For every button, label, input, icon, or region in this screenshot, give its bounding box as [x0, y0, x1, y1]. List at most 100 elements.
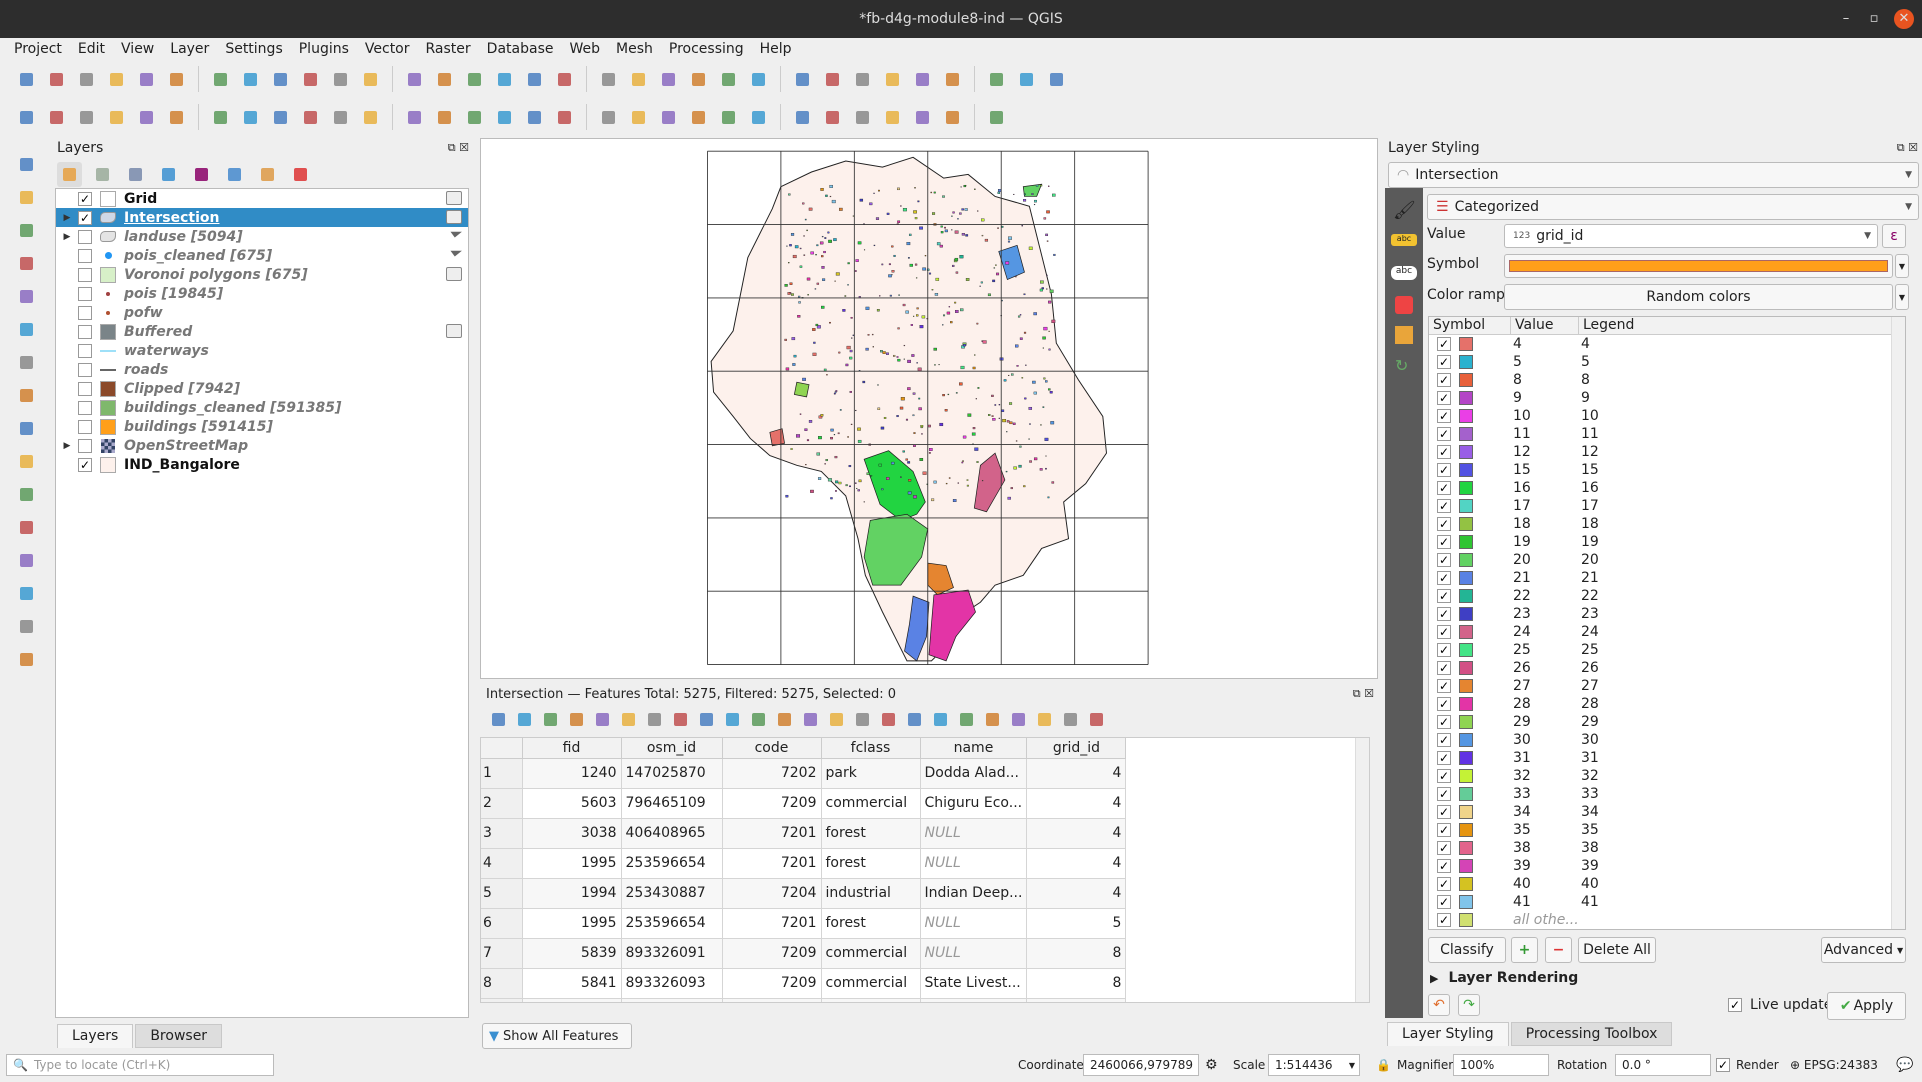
filter-indicator-icon[interactable]: ⏷	[449, 246, 460, 262]
intersection-feature[interactable]	[793, 354, 797, 358]
category-checkbox[interactable]: ✓	[1437, 571, 1451, 585]
intersection-feature[interactable]	[955, 392, 958, 394]
intersection-feature[interactable]	[1028, 438, 1030, 440]
category-symbol-swatch[interactable]	[1459, 913, 1473, 927]
intersection-feature[interactable]	[907, 461, 911, 464]
category-symbol-swatch[interactable]	[1459, 805, 1473, 819]
intersection-feature[interactable]	[934, 364, 936, 366]
add-virtual-icon[interactable]	[14, 647, 39, 672]
intersection-feature[interactable]	[878, 189, 880, 192]
symbology-icon[interactable]: 🖌	[1393, 200, 1416, 221]
category-checkbox[interactable]: ✓	[1437, 751, 1451, 765]
intersection-feature[interactable]	[971, 432, 976, 436]
tab-layer-styling[interactable]: Layer Styling	[1387, 1022, 1509, 1046]
intersection-feature[interactable]	[936, 242, 941, 246]
panel-close-icon[interactable]: ⧉ ☒	[1897, 141, 1918, 155]
new-virtual-icon[interactable]	[14, 284, 39, 309]
row-number[interactable]: 4	[481, 848, 523, 879]
layer-item[interactable]: ▶ OpenStreetMap	[56, 436, 468, 455]
intersection-feature[interactable]	[871, 333, 874, 336]
intersection-feature[interactable]	[944, 226, 947, 229]
intersection-feature[interactable]	[1045, 380, 1048, 383]
attribute-tool-icon[interactable]	[824, 707, 844, 732]
intersection-feature[interactable]	[995, 264, 997, 266]
intersection-feature[interactable]	[1042, 336, 1046, 340]
intersection-feature[interactable]	[790, 233, 795, 236]
intersection-feature[interactable]	[1005, 470, 1008, 473]
crs-button[interactable]: ⊕ EPSG:24383	[1790, 1058, 1878, 1072]
layer-item[interactable]: ✓ Grid	[56, 189, 468, 208]
intersection-feature[interactable]	[799, 265, 803, 268]
toggle-editing-icon[interactable]	[44, 105, 69, 130]
column-header-fid[interactable]: fid	[522, 738, 622, 759]
category-row-all-other[interactable]: ✓ all othe...	[1429, 911, 1905, 929]
intersection-feature[interactable]	[827, 231, 830, 234]
intersection-feature[interactable]	[1052, 193, 1056, 197]
messages-icon[interactable]: 💬	[1896, 1057, 1913, 1073]
intersection-feature[interactable]	[897, 327, 900, 330]
deselect-icon[interactable]	[984, 67, 1009, 92]
category-checkbox[interactable]: ✓	[1437, 679, 1451, 693]
intersection-feature[interactable]	[900, 205, 902, 207]
intersection-feature[interactable]	[849, 390, 852, 393]
intersection-feature[interactable]	[814, 288, 817, 290]
attribute-tool-icon[interactable]	[1058, 707, 1078, 732]
show-bookmarks-icon[interactable]	[552, 67, 577, 92]
category-checkbox[interactable]: ✓	[1437, 877, 1451, 891]
intersection-feature[interactable]	[907, 387, 911, 391]
add-feature-icon[interactable]	[14, 482, 39, 507]
layer-item[interactable]: Voronoi polygons [675]	[56, 265, 468, 284]
intersection-feature[interactable]	[1045, 455, 1047, 457]
intersection-feature[interactable]	[928, 589, 976, 662]
intersection-feature[interactable]	[938, 364, 940, 366]
intersection-feature[interactable]	[830, 428, 834, 432]
intersection-feature[interactable]	[821, 305, 825, 309]
attribute-tool-icon[interactable]	[694, 707, 714, 732]
intersection-feature[interactable]	[1019, 337, 1023, 340]
layer-visibility-checkbox[interactable]: ✓	[78, 210, 92, 225]
layer-visibility-checkbox[interactable]	[78, 248, 92, 263]
intersection-feature[interactable]	[912, 414, 915, 417]
intersection-feature[interactable]	[905, 310, 909, 314]
intersection-feature[interactable]	[1007, 496, 1011, 500]
cut-icon[interactable]	[238, 105, 263, 130]
metasearch-icon[interactable]	[790, 105, 815, 130]
intersection-feature[interactable]	[834, 280, 836, 282]
table-row[interactable]: 2 5603 796465109 7209 commercial Chiguru Eco.…	[481, 788, 1127, 819]
renderer-select[interactable]: ☰ Categorized ▼	[1427, 194, 1919, 220]
intersection-feature[interactable]	[816, 282, 820, 285]
intersection-feature[interactable]	[992, 418, 996, 421]
intersection-feature[interactable]	[791, 293, 794, 296]
intersection-feature[interactable]	[977, 210, 979, 212]
live-update-checkbox[interactable]: ✓	[1728, 998, 1742, 1012]
intersection-feature[interactable]	[1050, 421, 1055, 425]
new-temporary-icon[interactable]	[14, 317, 39, 342]
menu-settings[interactable]: Settings	[217, 41, 290, 57]
intersection-feature[interactable]	[1045, 467, 1047, 470]
processing-plugin-icon[interactable]	[880, 105, 905, 130]
intersection-feature[interactable]	[1021, 225, 1024, 227]
intersection-feature[interactable]	[961, 233, 965, 236]
category-row[interactable]: ✓ 11 11	[1429, 425, 1905, 443]
intersection-feature[interactable]	[834, 391, 837, 394]
intersection-feature[interactable]	[993, 267, 996, 269]
category-row[interactable]: ✓ 30 30	[1429, 731, 1905, 749]
intersection-feature[interactable]	[833, 238, 837, 242]
intersection-feature[interactable]	[797, 315, 801, 318]
category-row[interactable]: ✓ 20 20	[1429, 551, 1905, 569]
intersection-feature[interactable]	[786, 245, 788, 247]
intersection-feature[interactable]	[979, 285, 981, 287]
intersection-feature[interactable]	[845, 484, 848, 487]
intersection-feature[interactable]	[810, 489, 814, 493]
category-row[interactable]: ✓ 5 5	[1429, 353, 1905, 371]
category-symbol-swatch[interactable]	[1459, 499, 1473, 513]
menu-edit[interactable]: Edit	[70, 41, 113, 57]
intersection-feature[interactable]	[933, 191, 936, 194]
db-manager-icon[interactable]	[910, 105, 935, 130]
intersection-feature[interactable]	[1023, 331, 1027, 334]
category-checkbox[interactable]: ✓	[1437, 625, 1451, 639]
render-checkbox[interactable]: ✓	[1716, 1058, 1730, 1072]
intersection-feature[interactable]	[897, 187, 900, 191]
add-mesh-icon[interactable]	[14, 416, 39, 441]
new-shapefile-icon[interactable]	[14, 218, 39, 243]
